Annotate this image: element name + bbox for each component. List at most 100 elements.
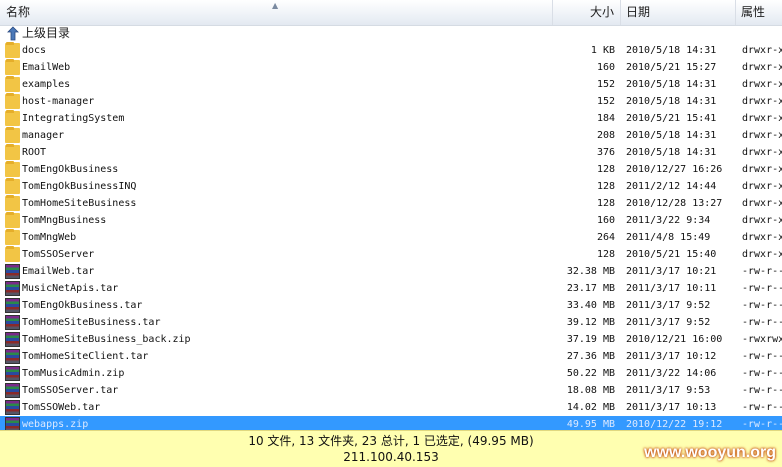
file-row[interactable]: TomEngOkBusiness.tar 33.40 MB 2011/3/17 9:… xyxy=(0,297,782,314)
archive-icon xyxy=(5,281,20,296)
parent-directory-label: 上级目录 xyxy=(22,26,71,40)
folder-icon xyxy=(5,212,20,228)
file-row[interactable]: EmailWeb.tar 32.38 MB 2011/3/17 10:21 -rw-r… xyxy=(0,263,782,280)
folder-icon xyxy=(5,59,20,75)
file-name: TomEngOkBusiness xyxy=(22,164,119,175)
file-name: docs xyxy=(22,45,47,56)
file-size: 152 xyxy=(596,96,615,107)
file-date: 2011/3/17 10:12 xyxy=(626,351,717,362)
file-name: TomEngOkBusinessINQ xyxy=(22,181,137,192)
file-date: 2011/3/22 14:06 xyxy=(626,368,717,379)
file-row[interactable]: ROOT 376 2010/5/18 14:31 drwxr-xr-x xyxy=(0,144,782,161)
file-attributes: -rw-r--r-- xyxy=(742,351,782,362)
file-row[interactable]: TomHomeSiteBusiness_back.zip 37.19 MB 2010… xyxy=(0,331,782,348)
file-attributes: -rw-r--r-- xyxy=(742,368,782,379)
file-attributes: drwxr-xr-x xyxy=(742,130,782,141)
file-name: EmailWeb.tar xyxy=(22,266,95,277)
file-row[interactable]: docs 1 KB 2010/5/18 14:31 drwxr-xr-x xyxy=(0,42,782,59)
file-row[interactable]: TomSSOWeb.tar 14.02 MB 2011/3/17 10:13 -rw-… xyxy=(0,399,782,416)
file-name: examples xyxy=(22,79,71,90)
file-size: 160 xyxy=(596,62,615,73)
file-attributes: -rw-r--r-- xyxy=(742,300,782,311)
file-row[interactable]: host-manager 152 2010/5/18 14:31 drwxr-xr-x xyxy=(0,93,782,110)
file-attributes: -rw-r--r-- xyxy=(742,317,782,328)
file-name: TomSSOServer xyxy=(22,249,95,260)
column-size-header[interactable]: 大小 xyxy=(553,0,621,25)
up-arrow-icon xyxy=(7,26,19,41)
file-date: 2011/2/12 14:44 xyxy=(626,181,717,192)
file-date: 2010/12/27 16:26 xyxy=(626,164,723,175)
file-attributes: -rwxrwxrwx xyxy=(742,334,782,345)
file-size: 14.02 MB xyxy=(566,402,615,413)
folder-icon xyxy=(5,110,20,126)
folder-icon xyxy=(5,178,20,194)
file-name: host-manager xyxy=(22,96,95,107)
file-name: TomSSOServer.tar xyxy=(22,385,119,396)
file-size: 152 xyxy=(596,79,615,90)
file-name: MusicNetApis.tar xyxy=(22,283,119,294)
file-attributes: -rw-r--r-- xyxy=(742,266,782,277)
file-size: 376 xyxy=(596,147,615,158)
file-date: 2010/12/28 13:27 xyxy=(626,198,723,209)
file-name: TomSSOWeb.tar xyxy=(22,402,101,413)
file-row[interactable]: TomHomeSiteBusiness.tar 39.12 MB 2011/3/17… xyxy=(0,314,782,331)
file-date: 2010/5/18 14:31 xyxy=(626,79,717,90)
file-name: ROOT xyxy=(22,147,47,158)
folder-icon xyxy=(5,76,20,92)
file-row[interactable]: TomHomeSiteClient.tar 27.36 MB 2011/3/17 1… xyxy=(0,348,782,365)
file-name: TomMusicAdmin.zip xyxy=(22,368,125,379)
file-date: 2011/3/17 10:13 xyxy=(626,402,717,413)
file-row[interactable]: EmailWeb 160 2010/5/21 15:27 drwxr-xr-x xyxy=(0,59,782,76)
file-attributes: drwxr-xr-x xyxy=(742,79,782,90)
file-row[interactable]: TomMngBusiness 160 2011/3/22 9:34 drwxr-xr-… xyxy=(0,212,782,229)
file-row[interactable]: MusicNetApis.tar 23.17 MB 2011/3/17 10:11 -… xyxy=(0,280,782,297)
file-date: 2010/5/18 14:31 xyxy=(626,130,717,141)
file-row[interactable]: TomSSOServer.tar 18.08 MB 2011/3/17 9:53 -r… xyxy=(0,382,782,399)
archive-icon xyxy=(5,298,20,313)
file-date: 2010/5/18 14:31 xyxy=(626,45,717,56)
file-name: TomHomeSiteBusiness_back.zip xyxy=(22,334,191,345)
file-attributes: -rw-r--r-- xyxy=(742,402,782,413)
watermark: www.wooyun.org xyxy=(644,444,776,461)
file-name: TomHomeSiteClient.tar xyxy=(22,351,149,362)
file-size: 184 xyxy=(596,113,615,124)
file-attributes: drwxr-xr-x xyxy=(742,113,782,124)
file-attributes: drwxr-xr-x xyxy=(742,232,782,243)
file-row[interactable]: TomEngOkBusinessINQ 128 2011/2/12 14:44 drw… xyxy=(0,178,782,195)
file-size: 18.08 MB xyxy=(566,385,615,396)
column-attr-header[interactable]: 属性 xyxy=(736,0,782,25)
file-row[interactable]: IntegratingSystem 184 2010/5/21 15:41 drwxr… xyxy=(0,110,782,127)
file-row[interactable]: manager 208 2010/5/18 14:31 drwxr-xr-x xyxy=(0,127,782,144)
folder-icon xyxy=(5,229,20,245)
parent-directory-item[interactable]: 上级目录 xyxy=(0,25,553,42)
file-row[interactable]: TomMngWeb 264 2011/4/8 15:49 drwxr-xr-x xyxy=(0,229,782,246)
file-date: 2011/3/17 9:52 xyxy=(626,317,711,328)
file-size: 160 xyxy=(596,215,615,226)
file-size: 264 xyxy=(596,232,615,243)
folder-icon xyxy=(5,195,20,211)
file-date: 2011/3/17 9:53 xyxy=(626,385,711,396)
file-name: TomHomeSiteBusiness.tar xyxy=(22,317,161,328)
file-size: 1 KB xyxy=(590,45,615,56)
column-date-header[interactable]: 日期 xyxy=(621,0,736,25)
file-row[interactable]: examples 152 2010/5/18 14:31 drwxr-xr-x xyxy=(0,76,782,93)
file-date: 2010/5/21 15:41 xyxy=(626,113,717,124)
file-date: 2011/3/17 9:52 xyxy=(626,300,711,311)
file-size: 37.19 MB xyxy=(566,334,615,345)
folder-icon xyxy=(5,93,20,109)
file-row[interactable]: TomSSOServer 128 2010/5/21 15:40 drwxr-xr-x xyxy=(0,246,782,263)
file-attributes: -rw-r--r-- xyxy=(742,385,782,396)
file-name: EmailWeb xyxy=(22,62,71,73)
file-size: 128 xyxy=(596,198,615,209)
file-date: 2011/3/22 9:34 xyxy=(626,215,711,226)
folder-icon xyxy=(5,144,20,160)
file-row[interactable]: TomMusicAdmin.zip 50.22 MB 2011/3/22 14:06… xyxy=(0,365,782,382)
archive-icon xyxy=(5,315,20,330)
file-row[interactable]: TomHomeSiteBusiness 128 2010/12/28 13:27 dr… xyxy=(0,195,782,212)
file-size: 33.40 MB xyxy=(566,300,615,311)
file-name: TomHomeSiteBusiness xyxy=(22,198,137,209)
file-size: 208 xyxy=(596,130,615,141)
file-size: 50.22 MB xyxy=(566,368,615,379)
file-name: TomMngWeb xyxy=(22,232,77,243)
file-row[interactable]: TomEngOkBusiness 128 2010/12/27 16:26 drwxr… xyxy=(0,161,782,178)
